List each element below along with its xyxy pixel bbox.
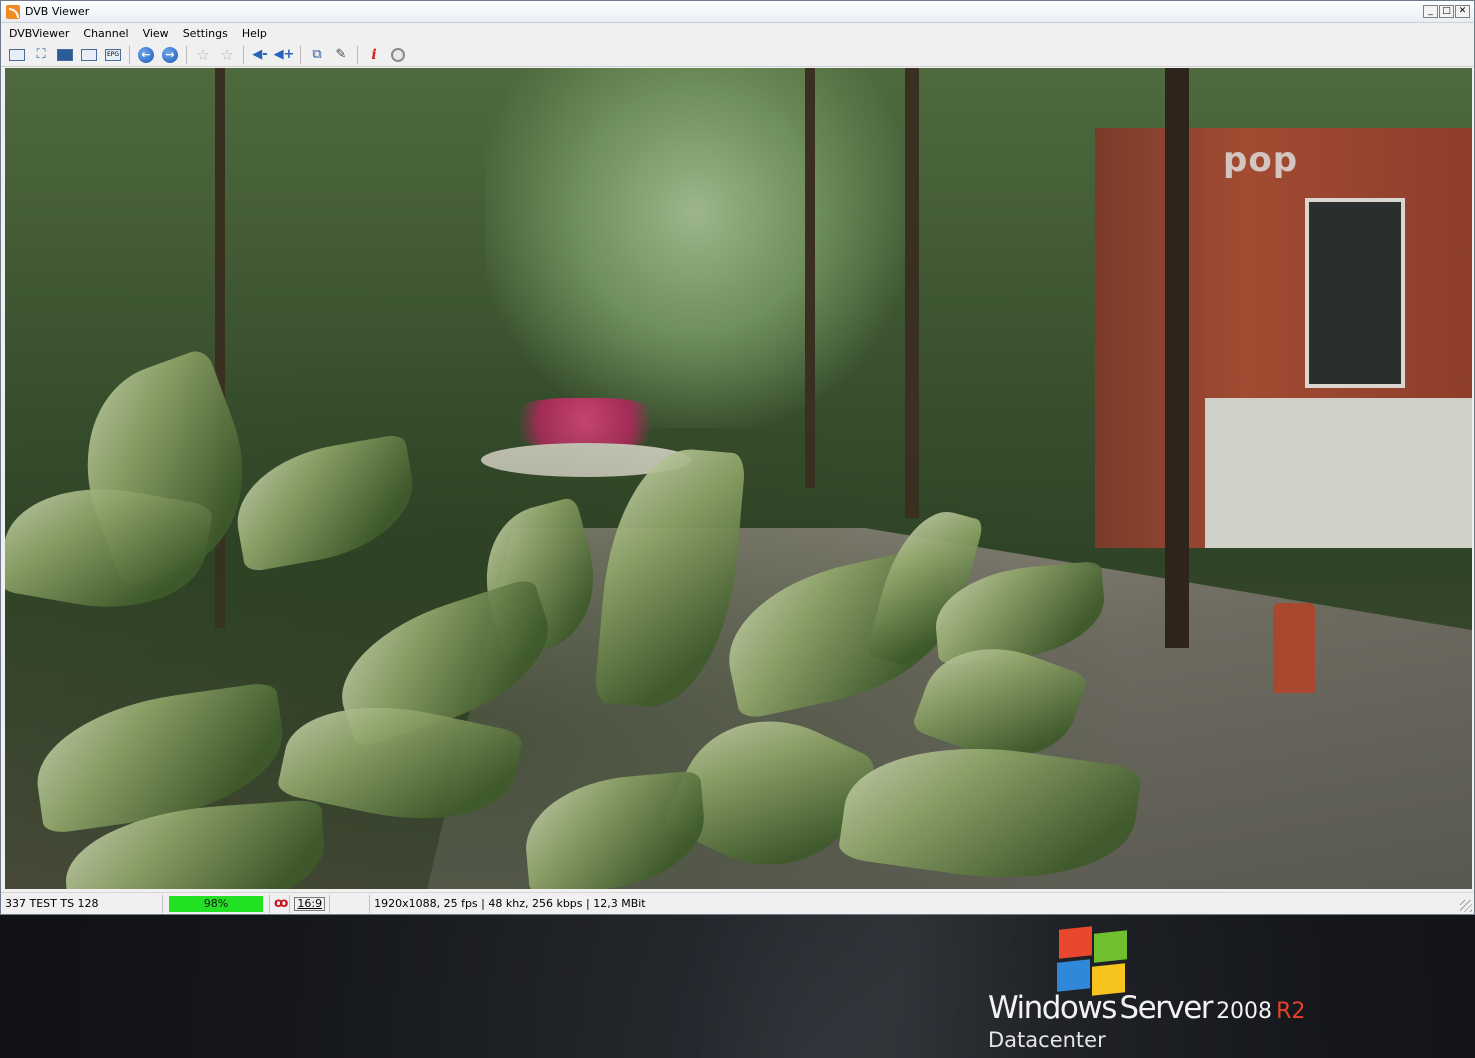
status-channel: 337 TEST TS 128 bbox=[1, 894, 163, 913]
brand-windows: Windows bbox=[988, 990, 1117, 1026]
video-tree-trunk bbox=[1165, 68, 1189, 648]
volume-up-button[interactable]: ◀+ bbox=[273, 45, 295, 65]
resize-grip[interactable] bbox=[1460, 900, 1472, 912]
osd-button[interactable] bbox=[79, 45, 99, 65]
desktop-icon bbox=[57, 48, 73, 61]
forward-icon: → bbox=[162, 46, 178, 63]
fullscreen-button[interactable]: ⛶ bbox=[31, 45, 51, 65]
minimize-button[interactable]: _ bbox=[1423, 5, 1438, 18]
aspect-ratio-indicator[interactable]: 16:9 bbox=[290, 894, 331, 913]
status-empty-cell bbox=[330, 894, 371, 913]
toolbar-separator bbox=[357, 45, 358, 64]
brand-year: 2008 bbox=[1216, 999, 1273, 1024]
menu-view[interactable]: View bbox=[135, 27, 175, 40]
favorite-button[interactable]: ☆ bbox=[193, 45, 213, 65]
record-icon bbox=[391, 47, 405, 62]
aspect-ratio-label: 16:9 bbox=[294, 896, 326, 911]
dolby-indicator[interactable]: ꝏ bbox=[269, 894, 291, 913]
window-controls: _ □ ✕ bbox=[1423, 5, 1470, 18]
stream-info: 1920x1088, 25 fps | 48 khz, 256 kbps | 1… bbox=[374, 897, 646, 910]
app-icon[interactable] bbox=[6, 4, 20, 19]
brand-server: Server bbox=[1119, 990, 1213, 1026]
osd-icon bbox=[81, 48, 97, 61]
window-mode-button[interactable] bbox=[7, 45, 27, 65]
status-bar: 337 TEST TS 128 98% ꝏ 16:9 1920x1088, 25… bbox=[1, 892, 1474, 914]
record-button[interactable] bbox=[388, 45, 408, 65]
brand-release: R2 bbox=[1276, 999, 1306, 1024]
close-button[interactable]: ✕ bbox=[1455, 5, 1470, 18]
menu-settings[interactable]: Settings bbox=[175, 27, 234, 40]
fullscreen-icon: ⛶ bbox=[36, 47, 46, 62]
window-title: DVB Viewer bbox=[25, 5, 90, 18]
info-icon: i bbox=[371, 46, 377, 63]
snapshot-icon: ⧉ bbox=[312, 47, 322, 62]
video-building-wall bbox=[1205, 398, 1472, 548]
toolbar: ⛶ EPG ← → ☆ ☆ ◀- ◀+ ⧉ ✎ i bbox=[1, 43, 1474, 67]
dolby-icon: ꝏ bbox=[274, 896, 288, 911]
menu-dvbviewer[interactable]: DVBViewer bbox=[1, 27, 75, 40]
brand-edition: Datacenter bbox=[988, 1028, 1106, 1052]
favorite-add-icon: ☆ bbox=[220, 45, 234, 64]
brand-title: Windows Server 2008 R2 bbox=[988, 990, 1305, 1026]
video-garden-light bbox=[1273, 603, 1315, 693]
menu-channel[interactable]: Channel bbox=[75, 27, 134, 40]
volume-down-icon: ◀- bbox=[252, 47, 268, 62]
favorite-icon: ☆ bbox=[196, 45, 210, 64]
signal-strength-indicator: 98% bbox=[169, 895, 263, 912]
windows-logo-icon bbox=[1056, 926, 1128, 996]
back-button[interactable]: ← bbox=[136, 45, 156, 65]
info-button[interactable]: i bbox=[364, 45, 384, 65]
toolbar-separator bbox=[186, 45, 187, 64]
menu-bar: DVBViewer Channel View Settings Help bbox=[1, 23, 1474, 43]
toolbar-separator bbox=[129, 45, 130, 64]
windows-server-branding: Windows Server 2008 R2 Datacenter bbox=[988, 926, 1328, 1053]
settings-icon: ✎ bbox=[335, 47, 347, 62]
menu-help[interactable]: Help bbox=[234, 27, 273, 40]
forward-button[interactable]: → bbox=[160, 45, 180, 65]
epg-icon: EPG bbox=[105, 48, 121, 61]
video-building-window bbox=[1305, 198, 1405, 388]
toolbar-separator bbox=[243, 45, 244, 64]
favorite-add-button[interactable]: ☆ bbox=[217, 45, 237, 65]
snapshot-button[interactable]: ⧉ bbox=[307, 45, 327, 65]
back-icon: ← bbox=[138, 46, 154, 63]
maximize-button[interactable]: □ bbox=[1439, 5, 1454, 18]
toolbar-separator bbox=[300, 45, 301, 64]
settings-button[interactable]: ✎ bbox=[331, 45, 351, 65]
volume-down-button[interactable]: ◀- bbox=[250, 45, 270, 65]
video-display[interactable]: pop bbox=[5, 68, 1472, 889]
dvb-viewer-window: DVB Viewer _ □ ✕ DVBViewer Channel View … bbox=[0, 0, 1475, 915]
channel-logo-overlay: pop bbox=[1223, 140, 1299, 180]
epg-button[interactable]: EPG bbox=[103, 45, 123, 65]
window-mode-icon bbox=[9, 48, 25, 61]
title-bar[interactable]: DVB Viewer _ □ ✕ bbox=[1, 1, 1474, 23]
desktop-button[interactable] bbox=[55, 45, 75, 65]
volume-up-icon: ◀+ bbox=[273, 47, 295, 62]
